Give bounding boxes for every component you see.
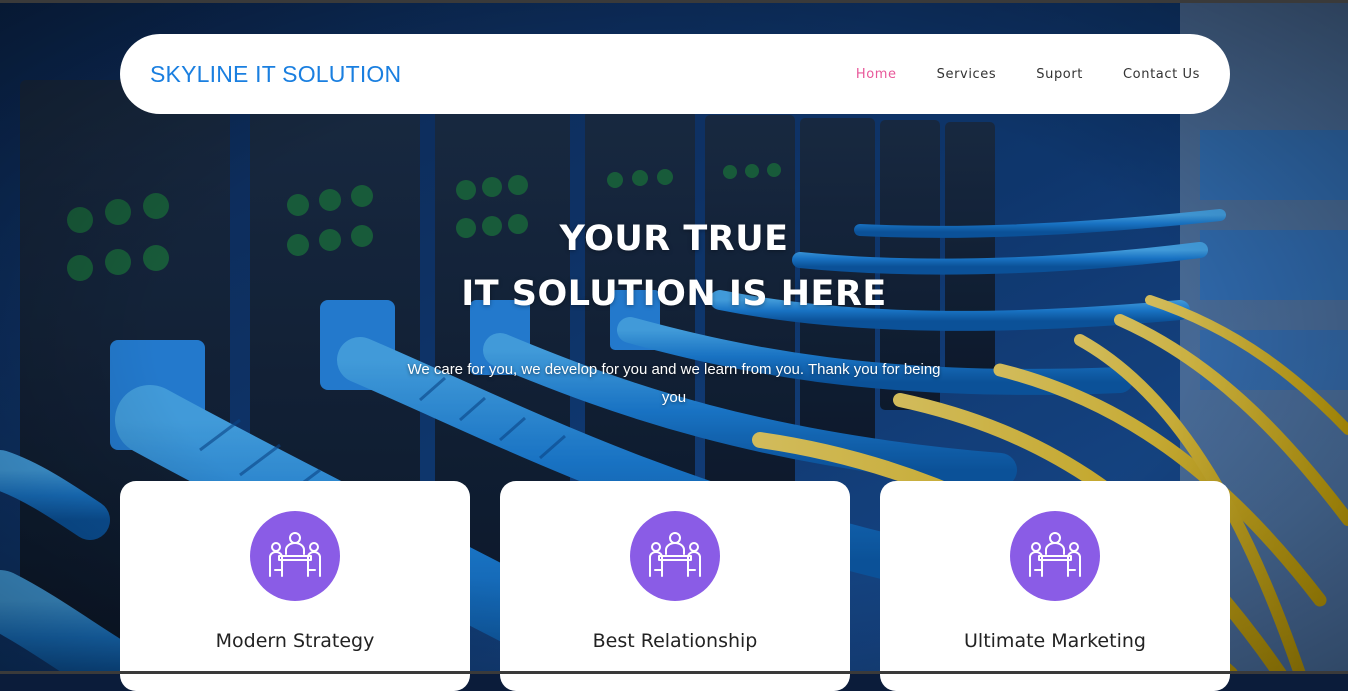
brand-logo-text[interactable]: SKYLINE IT SOLUTION — [150, 61, 401, 88]
nav-services-link[interactable]: Services — [937, 67, 997, 82]
team-meeting-icon — [250, 511, 340, 601]
main-nav: Home Services Suport Contact Us — [816, 67, 1200, 82]
hero-title: YOUR TRUE IT SOLUTION IS HERE — [0, 212, 1348, 322]
hero-title-line1: YOUR TRUE — [559, 219, 789, 259]
nav-home-link[interactable]: Home — [856, 67, 897, 82]
top-navbar: SKYLINE IT SOLUTION Home Services Suport… — [120, 34, 1230, 114]
window-top-border — [0, 0, 1348, 3]
hero-subtitle: We care for you, we develop for you and … — [407, 361, 941, 406]
nav-suport-link[interactable]: Suport — [1036, 67, 1083, 82]
feature-title: Modern Strategy — [215, 630, 375, 652]
hero-title-line2: IT SOLUTION IS HERE — [461, 274, 887, 314]
team-meeting-icon — [630, 511, 720, 601]
feature-card-best-relationship[interactable]: Best Relationship — [500, 481, 850, 691]
hero-section: YOUR TRUE IT SOLUTION IS HERE We care fo… — [0, 212, 1348, 412]
team-meeting-icon — [1010, 511, 1100, 601]
feature-card-modern-strategy[interactable]: Modern Strategy — [120, 481, 470, 691]
nav-contact-us-link[interactable]: Contact Us — [1123, 67, 1200, 82]
feature-title: Best Relationship — [592, 630, 758, 652]
feature-card-ultimate-marketing[interactable]: Ultimate Marketing — [880, 481, 1230, 691]
feature-title: Ultimate Marketing — [964, 630, 1146, 652]
feature-cards: Modern Strategy Best Relationship Ultima… — [120, 481, 1230, 691]
